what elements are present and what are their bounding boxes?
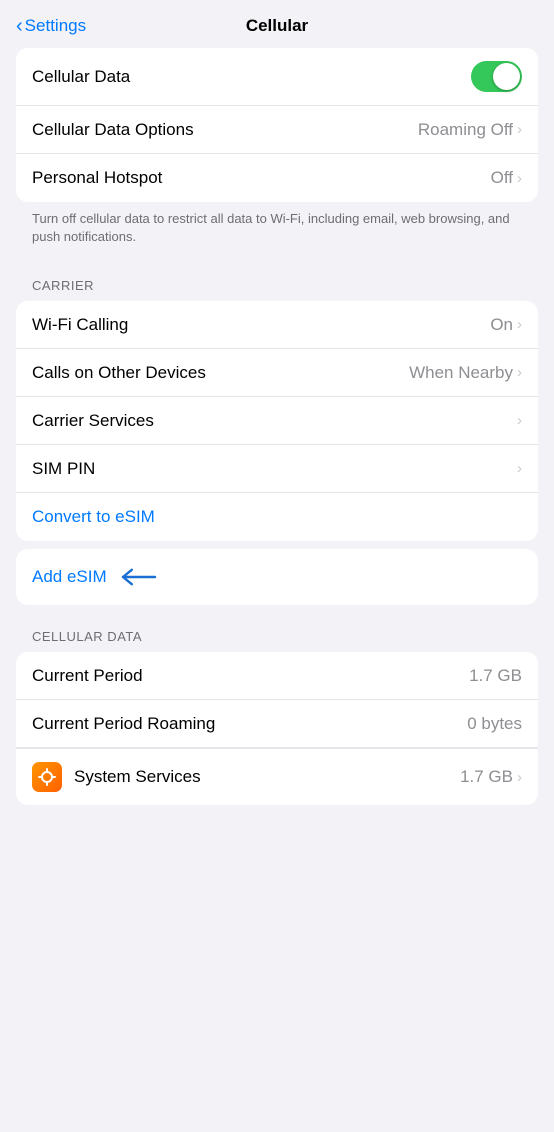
wifi-calling-label: Wi-Fi Calling: [32, 315, 128, 335]
chevron-icon: ›: [517, 316, 522, 333]
cellular-data-row[interactable]: Cellular Data: [16, 48, 538, 106]
calls-other-devices-row[interactable]: Calls on Other Devices When Nearby ›: [16, 349, 538, 397]
current-period-row[interactable]: Current Period 1.7 GB: [16, 652, 538, 700]
main-card: Cellular Data Cellular Data Options Roam…: [16, 48, 538, 202]
back-button[interactable]: ‹ Settings: [16, 15, 86, 38]
chevron-icon: ›: [517, 364, 522, 381]
system-services-value: 1.7 GB: [460, 767, 513, 787]
calls-other-devices-label: Calls on Other Devices: [32, 363, 206, 383]
cellular-data-options-value: Roaming Off: [418, 120, 513, 140]
wifi-calling-value: On: [490, 315, 513, 335]
current-period-roaming-right: 0 bytes: [467, 714, 522, 734]
cellular-data-card: Current Period 1.7 GB Current Period Roa…: [16, 652, 538, 805]
current-period-label: Current Period: [32, 666, 143, 686]
back-label: Settings: [25, 16, 86, 36]
calls-other-devices-right: When Nearby ›: [409, 363, 522, 383]
cellular-data-options-row[interactable]: Cellular Data Options Roaming Off ›: [16, 106, 538, 154]
cellular-data-section: CELLULAR DATA Current Period 1.7 GB Curr…: [16, 613, 538, 805]
chevron-icon: ›: [517, 121, 522, 138]
main-section: Cellular Data Cellular Data Options Roam…: [16, 48, 538, 262]
sim-pin-row[interactable]: SIM PIN ›: [16, 445, 538, 493]
convert-esim-label: Convert to eSIM: [32, 507, 155, 527]
cellular-data-description: Turn off cellular data to restrict all d…: [16, 202, 538, 262]
calls-other-devices-value: When Nearby: [409, 363, 513, 383]
wifi-calling-right: On ›: [490, 315, 522, 335]
personal-hotspot-value: Off: [491, 168, 513, 188]
chevron-icon: ›: [517, 170, 522, 187]
current-period-right: 1.7 GB: [469, 666, 522, 686]
toggle-knob: [493, 63, 520, 90]
personal-hotspot-label: Personal Hotspot: [32, 168, 162, 188]
add-esim-label: Add eSIM: [32, 567, 107, 587]
system-services-row[interactable]: System Services 1.7 GB ›: [16, 748, 538, 805]
carrier-section: CARRIER Wi-Fi Calling On › Calls on Othe…: [16, 278, 538, 541]
page-title: Cellular: [246, 16, 308, 36]
carrier-services-right: ›: [513, 412, 522, 429]
current-period-roaming-value: 0 bytes: [467, 714, 522, 734]
cellular-data-options-right: Roaming Off ›: [418, 120, 522, 140]
current-period-value: 1.7 GB: [469, 666, 522, 686]
arrow-icon: [119, 566, 159, 588]
cellular-data-section-label: CELLULAR DATA: [16, 613, 538, 652]
carrier-services-label: Carrier Services: [32, 411, 154, 431]
system-services-label: System Services: [74, 767, 460, 787]
carrier-card: Wi-Fi Calling On › Calls on Other Device…: [16, 301, 538, 541]
back-chevron-icon: ‹: [16, 15, 23, 38]
sim-pin-label: SIM PIN: [32, 459, 95, 479]
personal-hotspot-right: Off ›: [491, 168, 522, 188]
current-period-roaming-label: Current Period Roaming: [32, 714, 215, 734]
header: ‹ Settings Cellular: [0, 0, 554, 48]
add-esim-row[interactable]: Add eSIM: [16, 549, 538, 605]
wifi-calling-row[interactable]: Wi-Fi Calling On ›: [16, 301, 538, 349]
convert-esim-row[interactable]: Convert to eSIM: [16, 493, 538, 541]
cellular-data-options-label: Cellular Data Options: [32, 120, 194, 140]
chevron-icon: ›: [517, 412, 522, 429]
carrier-services-row[interactable]: Carrier Services ›: [16, 397, 538, 445]
chevron-icon: ›: [517, 460, 522, 477]
cellular-data-label: Cellular Data: [32, 67, 130, 87]
system-services-icon: [32, 762, 62, 792]
current-period-roaming-row[interactable]: Current Period Roaming 0 bytes: [16, 700, 538, 748]
carrier-section-label: CARRIER: [16, 278, 538, 301]
cellular-data-toggle[interactable]: [471, 61, 522, 92]
add-esim-card[interactable]: Add eSIM: [16, 549, 538, 605]
sim-pin-right: ›: [513, 460, 522, 477]
chevron-icon: ›: [517, 769, 522, 786]
personal-hotspot-row[interactable]: Personal Hotspot Off ›: [16, 154, 538, 202]
system-services-right: 1.7 GB ›: [460, 767, 522, 787]
